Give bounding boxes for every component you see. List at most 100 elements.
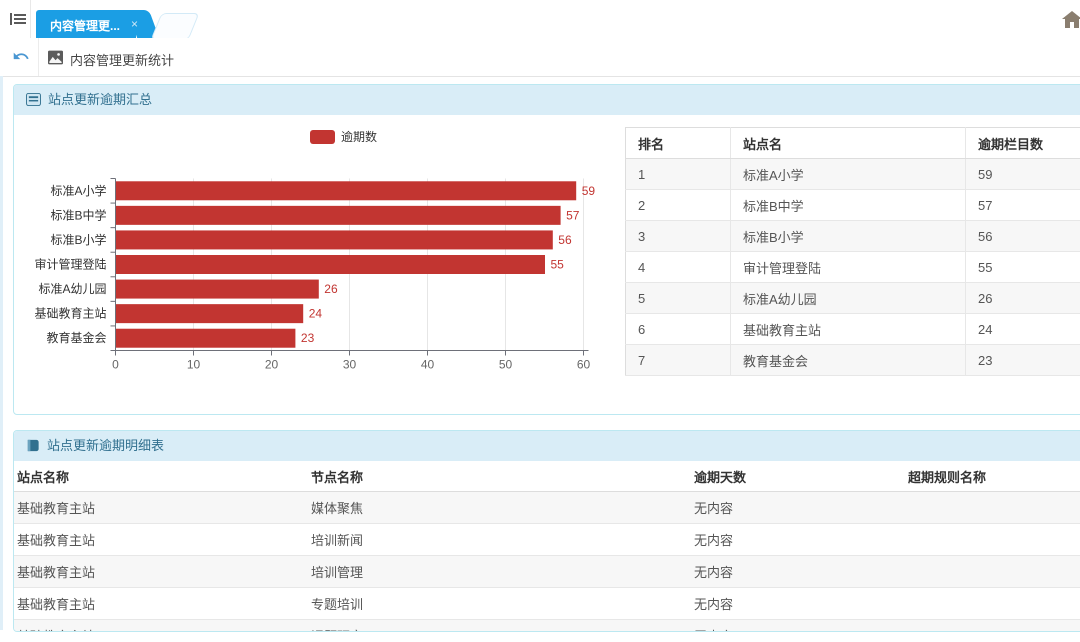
x-tick-label: 60 <box>577 358 591 372</box>
tab-close-icon[interactable]: × <box>131 17 138 31</box>
x-tick-label: 40 <box>421 358 435 372</box>
table-cell: 5 <box>626 283 731 314</box>
panel-detail-header: 站点更新逾期明细表 <box>14 431 1080 461</box>
bar-value-label: 57 <box>566 208 580 222</box>
table-cell <box>905 588 1080 620</box>
bar-标准B小学[interactable] <box>116 230 553 249</box>
table-cell: 培训管理 <box>308 556 691 588</box>
column-header: 逾期天数 <box>691 461 905 492</box>
table-cell: 55 <box>966 252 1080 283</box>
table-cell: 审计管理登陆 <box>731 252 966 283</box>
bar-标准A幼儿园[interactable] <box>116 280 319 299</box>
table-cell: 26 <box>966 283 1080 314</box>
table-row: 4审计管理登陆55 <box>626 252 1080 283</box>
table-cell: 基础教育主站 <box>731 314 966 345</box>
bar-value-label: 23 <box>301 331 315 345</box>
column-header: 逾期栏目数 <box>966 128 1080 159</box>
table-row: 基础教育主站课题研究无内容 <box>14 620 1080 633</box>
home-icon[interactable] <box>1062 11 1080 31</box>
tab-content-management[interactable]: 内容管理更... × <box>36 10 136 38</box>
table-cell: 教育基金会 <box>731 345 966 376</box>
category-label: 标准A幼儿园 <box>38 282 106 296</box>
column-header: 站点名 <box>731 128 966 159</box>
table-cell: 标准B中学 <box>731 190 966 221</box>
category-label: 标准B小学 <box>50 232 106 247</box>
bar-标准B中学[interactable] <box>116 206 561 225</box>
table-row: 基础教育主站培训管理无内容 <box>14 556 1080 588</box>
category-label: 审计管理登陆 <box>34 257 106 272</box>
list-alt-icon <box>26 93 41 106</box>
panel-summary-header: 站点更新逾期汇总 <box>14 85 1080 115</box>
x-tick-label: 0 <box>112 358 119 372</box>
collapse-menu-icon[interactable] <box>9 11 29 27</box>
panel-overdue-detail: 站点更新逾期明细表 站点名称节点名称逾期天数超期规则名称基础教育主站媒体聚焦无内… <box>13 430 1080 632</box>
panel-detail-title: 站点更新逾期明细表 <box>47 438 164 453</box>
bar-value-label: 55 <box>551 258 565 272</box>
table-cell: 基础教育主站 <box>14 492 308 524</box>
panel-overdue-summary: 站点更新逾期汇总 010203040506059标准A小学57标准B中学56标准… <box>13 84 1080 415</box>
table-cell: 24 <box>966 314 1080 345</box>
table-cell: 基础教育主站 <box>14 588 308 620</box>
table-cell: 标准B小学 <box>731 221 966 252</box>
column-header: 节点名称 <box>308 461 691 492</box>
bar-value-label: 56 <box>558 233 572 247</box>
table-cell: 专题培训 <box>308 588 691 620</box>
x-tick-label: 10 <box>187 358 201 372</box>
column-header: 超期规则名称 <box>905 461 1080 492</box>
panel-summary-body: 010203040506059标准A小学57标准B中学56标准B小学55审计管理… <box>14 115 1080 414</box>
table-cell: 基础教育主站 <box>14 620 308 633</box>
table-row: 基础教育主站专题培训无内容 <box>14 588 1080 620</box>
page-title: 内容管理更新统计 <box>70 50 174 69</box>
table-cell: 59 <box>966 159 1080 190</box>
overdue-rank-table: 排名站点名逾期栏目数1标准A小学592标准B中学573标准B小学564审计管理登… <box>625 127 1080 376</box>
x-tick-label: 30 <box>343 358 357 372</box>
table-cell: 1 <box>626 159 731 190</box>
table-header-row: 站点名称节点名称逾期天数超期规则名称 <box>14 461 1080 492</box>
table-cell: 57 <box>966 190 1080 221</box>
bar-审计管理登陆[interactable] <box>116 255 545 274</box>
table-cell: 56 <box>966 221 1080 252</box>
book-icon <box>26 439 40 452</box>
back-button[interactable] <box>12 49 30 68</box>
category-label: 标准B中学 <box>50 207 106 222</box>
table-cell: 6 <box>626 314 731 345</box>
legend-swatch[interactable] <box>310 130 335 144</box>
bar-标准A小学[interactable] <box>116 181 576 200</box>
left-edge-strip <box>0 76 3 630</box>
table-row: 7教育基金会23 <box>626 345 1080 376</box>
table-cell: 无内容 <box>691 620 905 633</box>
table-row: 3标准B小学56 <box>626 221 1080 252</box>
table-cell: 基础教育主站 <box>14 556 308 588</box>
table-cell: 无内容 <box>691 588 905 620</box>
table-row: 基础教育主站媒体聚焦无内容 <box>14 492 1080 524</box>
x-tick-label: 20 <box>265 358 279 372</box>
topbar-divider <box>30 0 31 38</box>
category-label: 基础教育主站 <box>34 306 106 321</box>
table-cell: 23 <box>966 345 1080 376</box>
column-header: 排名 <box>626 128 731 159</box>
table-cell: 4 <box>626 252 731 283</box>
table-row: 5标准A幼儿园26 <box>626 283 1080 314</box>
table-cell: 培训新闻 <box>308 524 691 556</box>
toolbar-divider <box>38 38 39 76</box>
table-cell: 标准A幼儿园 <box>731 283 966 314</box>
bar-value-label: 24 <box>309 307 323 321</box>
table-cell: 无内容 <box>691 524 905 556</box>
table-cell: 标准A小学 <box>731 159 966 190</box>
bar-基础教育主站[interactable] <box>116 304 303 323</box>
table-row: 1标准A小学59 <box>626 159 1080 190</box>
tab-label: 内容管理更... <box>50 17 120 34</box>
panel-summary-title: 站点更新逾期汇总 <box>48 92 152 107</box>
overdue-detail-table: 站点名称节点名称逾期天数超期规则名称基础教育主站媒体聚焦无内容基础教育主站培训新… <box>14 461 1080 632</box>
category-label: 标准A小学 <box>50 183 106 198</box>
column-header: 站点名称 <box>14 461 308 492</box>
top-tab-bar: 内容管理更... × <box>0 0 1080 39</box>
legend-label[interactable]: 逾期数 <box>341 129 377 144</box>
table-cell: 无内容 <box>691 492 905 524</box>
table-row: 6基础教育主站24 <box>626 314 1080 345</box>
table-cell: 2 <box>626 190 731 221</box>
table-cell <box>905 556 1080 588</box>
table-cell: 3 <box>626 221 731 252</box>
ghost-tab-placeholder <box>151 13 200 40</box>
bar-教育基金会[interactable] <box>116 329 295 348</box>
